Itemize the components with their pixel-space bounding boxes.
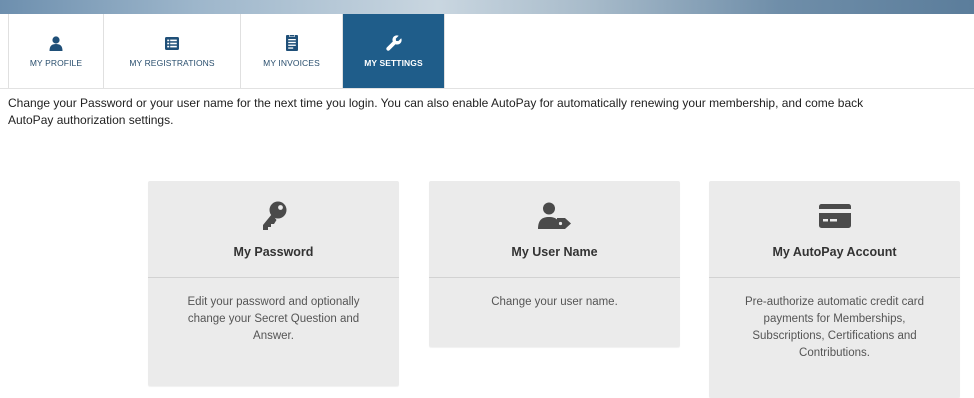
settings-intro-text: Change your Password or your user name f… [8,95,974,129]
header-banner [0,0,974,14]
card-header: My Password [148,181,399,278]
card-title: My AutoPay Account [772,245,897,259]
card-description: Change your user name. [491,296,618,308]
user-icon [49,34,63,52]
invoice-icon [285,34,298,52]
wrench-icon [385,34,402,52]
list-icon [165,34,179,52]
tab-label: MY SETTINGS [364,58,423,68]
user-tag-icon [537,201,572,231]
tab-bar-divider [0,88,974,89]
tab-my-profile[interactable]: MY PROFILE [8,14,104,88]
card-description: Edit your password and optionally change… [187,296,360,342]
intro-line-2: AutoPay authorization settings. [8,113,174,127]
tab-label: MY INVOICES [263,58,320,68]
intro-line-1: Change your Password or your user name f… [8,96,864,110]
my-password-card[interactable]: My Password Edit your password and optio… [148,181,399,386]
settings-tab-bar: MY PROFILE MY REGISTRATIONS MY INVOICES … [8,14,445,89]
my-autopay-account-card[interactable]: My AutoPay Account Pre-authorize automat… [709,181,960,398]
card-description: Pre-authorize automatic credit card paym… [745,296,924,359]
key-icon [261,201,287,231]
tab-my-invoices[interactable]: MY INVOICES [241,14,343,88]
tab-my-registrations[interactable]: MY REGISTRATIONS [104,14,241,88]
card-title: My Password [233,245,314,259]
card-title: My User Name [511,245,598,259]
tab-my-settings[interactable]: MY SETTINGS [343,14,445,88]
tab-label: MY REGISTRATIONS [129,58,215,68]
my-user-name-card[interactable]: My User Name Change your user name. [429,181,680,347]
tab-label: MY PROFILE [29,58,83,68]
card-header: My AutoPay Account [709,181,960,278]
card-header: My User Name [429,181,680,278]
credit-card-icon [818,201,851,231]
